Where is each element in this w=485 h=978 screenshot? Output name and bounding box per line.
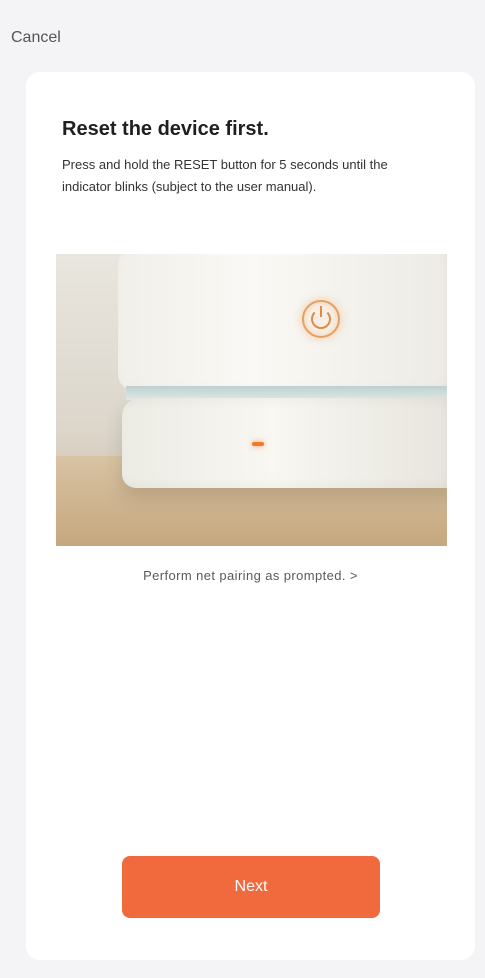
device-image bbox=[56, 254, 447, 546]
next-button[interactable]: Next bbox=[122, 856, 380, 918]
device-upper-body bbox=[118, 254, 447, 392]
cancel-button[interactable]: Cancel bbox=[11, 29, 61, 47]
indicator-light-icon bbox=[252, 442, 264, 446]
device-base bbox=[122, 398, 447, 488]
power-icon bbox=[302, 300, 340, 338]
instruction-text: Press and hold the RESET button for 5 se… bbox=[62, 157, 388, 194]
reset-device-screen: Cancel Reset the device first. Press and… bbox=[0, 0, 485, 978]
instruction-card: Reset the device first. Press and hold t… bbox=[26, 72, 475, 960]
net-pairing-link[interactable]: Perform net pairing as prompted. > bbox=[26, 568, 475, 583]
page-title: Reset the device first. bbox=[62, 118, 269, 140]
